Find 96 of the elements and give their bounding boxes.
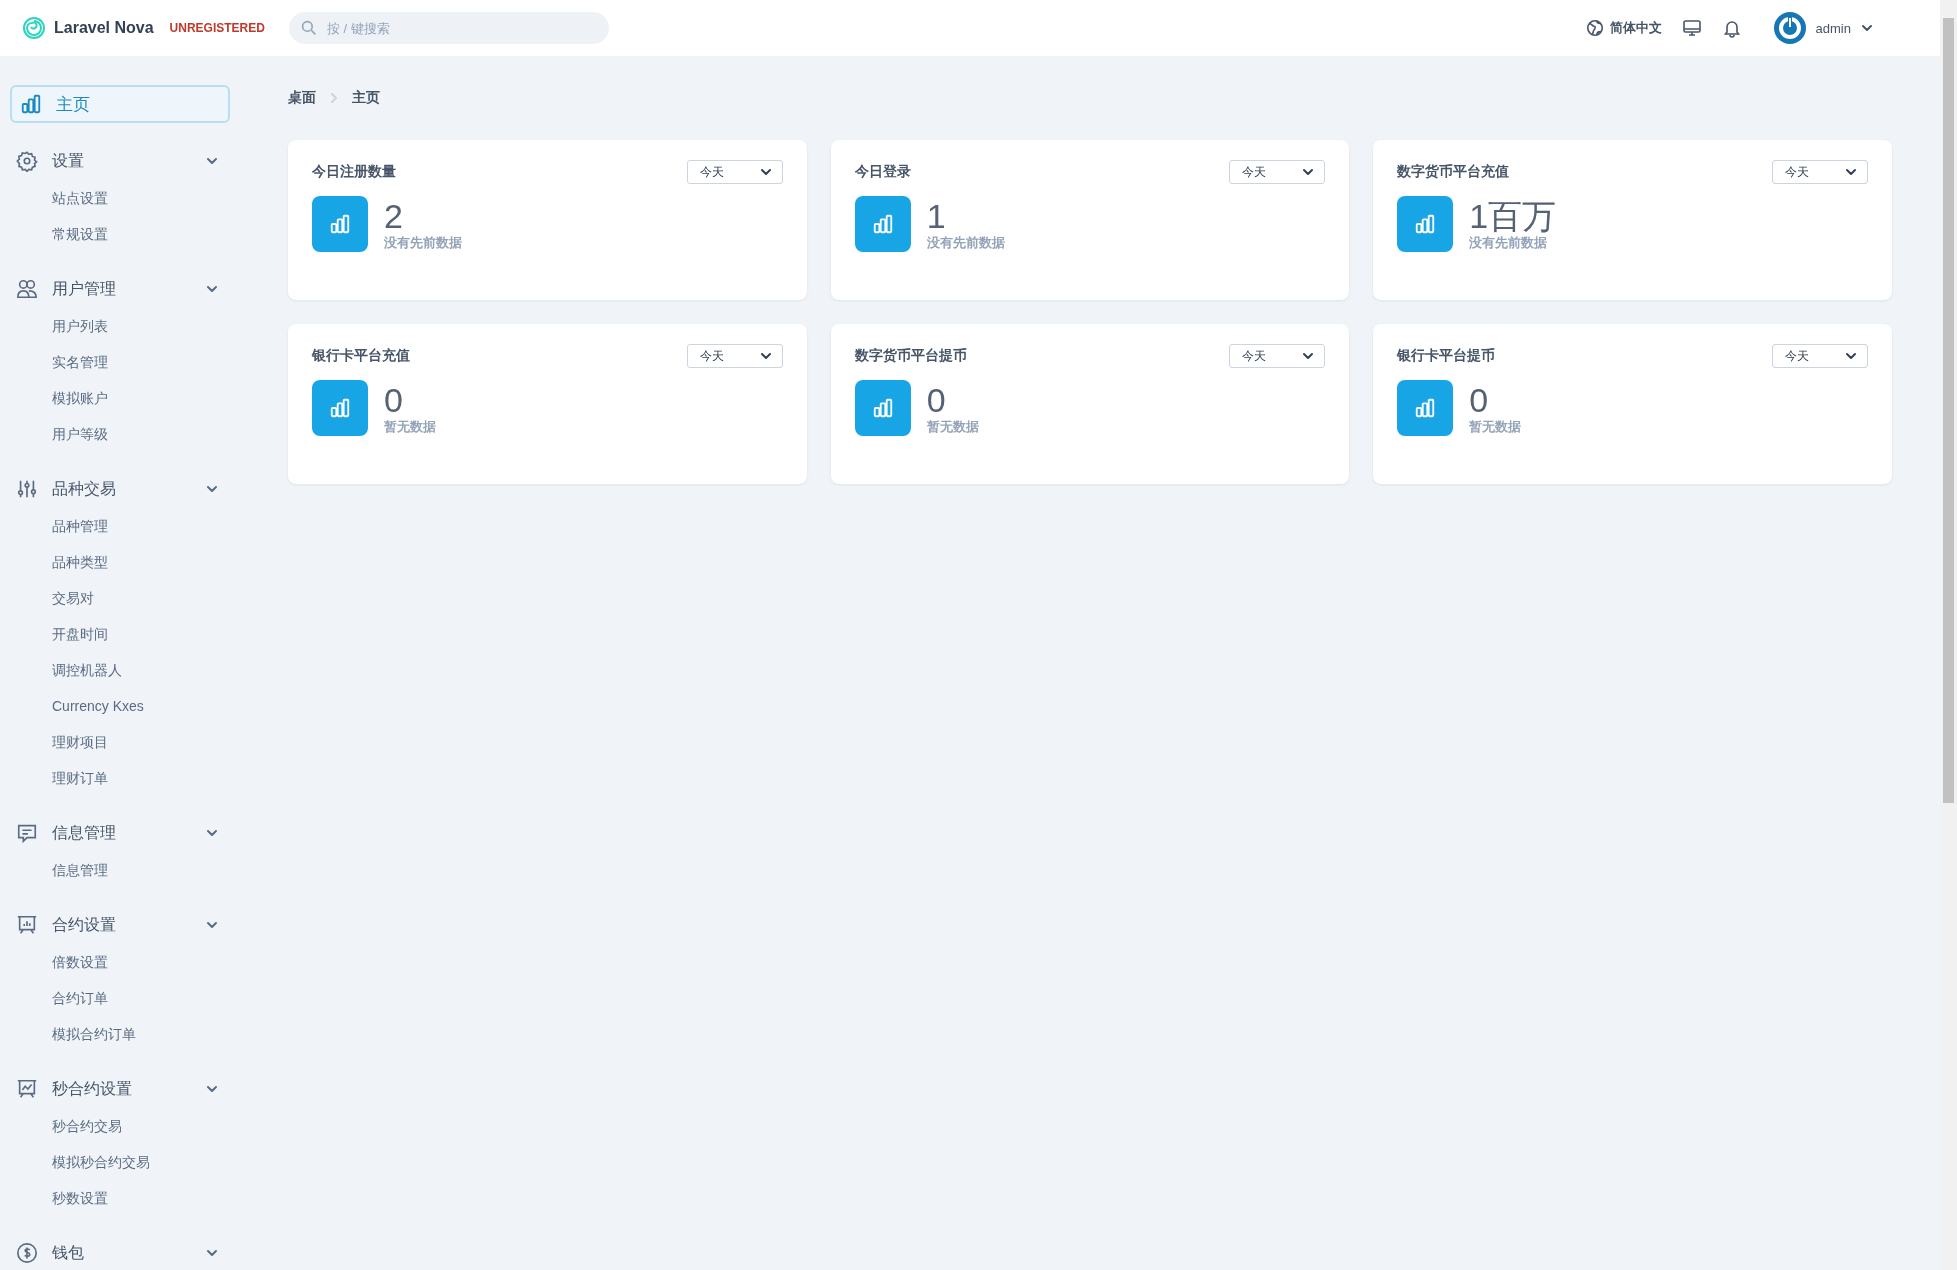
card-title: 银行卡平台充值 xyxy=(312,347,410,365)
caret-icon xyxy=(759,350,772,362)
breadcrumb-link[interactable]: 桌面 xyxy=(288,89,316,107)
sidebar-item[interactable]: 开盘时间 xyxy=(10,615,114,651)
user-menu[interactable]: admin xyxy=(1773,12,1873,44)
sidebar-group-header[interactable]: 钱包 xyxy=(10,1235,220,1270)
gear-icon xyxy=(16,150,38,172)
sidebar-item[interactable]: 秒合约交易 xyxy=(10,1107,128,1143)
sidebar-group-header[interactable]: 设置 xyxy=(10,143,220,179)
sidebar-item[interactable]: Currency Kxes xyxy=(10,687,150,723)
metric-value: 0 xyxy=(1469,382,1490,418)
bar-chart-icon xyxy=(854,196,911,252)
caret-icon xyxy=(1845,350,1857,362)
spiral-logo-icon xyxy=(22,16,46,40)
range-dropdown[interactable]: 今天 xyxy=(686,344,783,368)
dollar-coin-icon xyxy=(16,1242,38,1264)
metric-value: 0 xyxy=(926,382,947,418)
sidebar-item[interactable]: 用户列表 xyxy=(10,307,114,343)
sidebar-item[interactable]: 品种类型 xyxy=(10,543,114,579)
sidebar-item[interactable]: 模拟秒合约交易 xyxy=(10,1143,156,1179)
people-icon xyxy=(16,278,38,300)
breadcrumb-current: 主页 xyxy=(352,89,380,107)
metric-note: 没有先前数据 xyxy=(1469,234,1549,252)
metric-note: 没有先前数据 xyxy=(926,234,1005,252)
metric-value: 2 xyxy=(384,198,404,234)
sidebar-item[interactable]: 合约订单 xyxy=(10,979,114,1015)
sidebar-item[interactable]: 调控机器人 xyxy=(10,651,128,687)
license-status: UNREGISTERED xyxy=(169,21,265,35)
bar-chart-icon xyxy=(854,380,911,436)
sidebar-group-header[interactable]: 信息管理 xyxy=(10,815,220,851)
sidebar-item[interactable]: 模拟账户 xyxy=(10,379,114,415)
chevron-icon xyxy=(206,827,218,839)
sidebar-item[interactable]: 信息管理 xyxy=(10,851,114,887)
chevron-icon xyxy=(206,919,218,931)
metric-value: 0 xyxy=(384,382,404,418)
caret-icon xyxy=(1302,166,1315,178)
caret-icon xyxy=(1302,350,1315,362)
card-title: 数字货币平台充值 xyxy=(1397,163,1510,181)
sidebar-item[interactable]: 秒数设置 xyxy=(10,1179,114,1215)
chevron-icon xyxy=(206,283,218,295)
chat-icon xyxy=(16,822,38,844)
sliders-icon xyxy=(16,478,38,500)
sidebar-item[interactable]: 站点设置 xyxy=(10,179,114,215)
metric-value: 1 xyxy=(926,198,947,234)
bar-chart-icon xyxy=(1397,380,1454,436)
metric-note: 暂无数据 xyxy=(926,418,979,436)
avatar-icon xyxy=(1773,12,1806,44)
monitor-icon[interactable] xyxy=(1681,18,1702,38)
card-title: 今日注册数量 xyxy=(312,163,396,181)
chevron-icon xyxy=(206,483,218,495)
bar-chart-icon xyxy=(312,380,368,436)
bar-chart-icon xyxy=(1397,196,1454,252)
caret-icon xyxy=(1861,22,1873,34)
sidebar-item[interactable]: 理财项目 xyxy=(10,723,114,759)
breadcrumb-separator-icon xyxy=(328,92,340,104)
chevron-icon xyxy=(206,155,218,167)
sidebar-group-header[interactable]: 秒合约设置 xyxy=(10,1071,220,1107)
search-icon xyxy=(300,20,317,36)
search-field[interactable]: 按 / 键搜索 xyxy=(288,12,609,44)
sidebar-item[interactable]: 常规设置 xyxy=(10,215,114,251)
range-dropdown[interactable]: 今天 xyxy=(1772,160,1868,184)
sidebar-item[interactable]: 倍数设置 xyxy=(10,943,114,979)
sidebar-group-header[interactable]: 合约设置 xyxy=(10,907,220,943)
chevron-icon xyxy=(206,1083,218,1095)
metric-value: 1百万 xyxy=(1469,198,1557,234)
metric-note: 暂无数据 xyxy=(384,418,436,436)
card-title: 银行卡平台提币 xyxy=(1397,347,1496,365)
sidebar-group-header[interactable]: 品种交易 xyxy=(10,471,220,507)
sidebar-item[interactable]: 交易对 xyxy=(10,579,100,615)
card-title: 今日登录 xyxy=(854,163,911,181)
notification-bell-icon[interactable] xyxy=(1721,18,1742,38)
range-dropdown[interactable]: 今天 xyxy=(686,160,783,184)
presentation-chart-icon xyxy=(16,914,38,936)
sidebar-item[interactable]: 模拟合约订单 xyxy=(10,1015,142,1051)
metric-note: 暂无数据 xyxy=(1469,418,1522,436)
presentation-trend-icon xyxy=(16,1078,38,1100)
card-title: 数字货币平台提币 xyxy=(854,347,967,365)
range-dropdown[interactable]: 今天 xyxy=(1229,160,1326,184)
scrollbar-thumb[interactable] xyxy=(1943,18,1954,803)
range-dropdown[interactable]: 今天 xyxy=(1772,344,1868,368)
caret-icon xyxy=(1845,166,1857,178)
language-label[interactable]: 简体中文 xyxy=(1609,19,1662,37)
brand-name: Laravel Nova xyxy=(54,19,154,37)
range-dropdown[interactable]: 今天 xyxy=(1229,344,1326,368)
sidebar-group-header[interactable]: 用户管理 xyxy=(10,271,220,307)
sidebar-item[interactable]: 理财订单 xyxy=(10,759,114,795)
metric-note: 没有先前数据 xyxy=(384,234,462,252)
globe-icon[interactable] xyxy=(1585,19,1604,37)
bar-chart-icon xyxy=(312,196,368,252)
caret-icon xyxy=(759,166,772,178)
bar-chart-icon xyxy=(20,93,42,115)
sidebar-item[interactable]: 品种管理 xyxy=(10,507,114,543)
sidebar-home-item[interactable]: 主页 xyxy=(10,85,230,123)
sidebar-item[interactable]: 用户等级 xyxy=(10,415,114,451)
sidebar-item[interactable]: 实名管理 xyxy=(10,343,114,379)
chevron-icon xyxy=(206,1247,218,1259)
